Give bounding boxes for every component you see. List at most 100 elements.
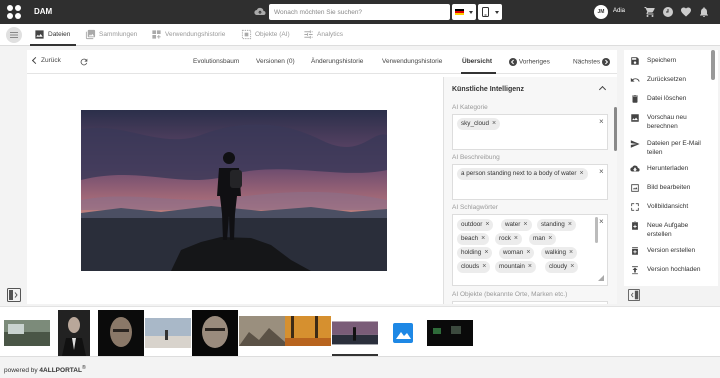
cloud-upload-icon[interactable] xyxy=(254,6,266,18)
language-selector[interactable] xyxy=(452,4,476,20)
close-icon[interactable]: × xyxy=(492,120,496,127)
chevron-down-icon xyxy=(469,11,473,14)
thumbnail[interactable] xyxy=(58,310,90,356)
bell-icon[interactable] xyxy=(698,6,710,18)
chevron-left-icon xyxy=(31,56,40,64)
collections-icon xyxy=(85,29,96,40)
detail-nav: Zurück Evolutionsbaum Versionen (0) Ände… xyxy=(27,50,617,74)
tab-uebersicht[interactable]: Übersicht xyxy=(462,58,492,65)
thumbnail-selected[interactable] xyxy=(332,310,378,356)
shopping-cart-icon[interactable] xyxy=(644,6,656,18)
tag-chip: rock × xyxy=(495,233,522,245)
ai-objects-field[interactable] xyxy=(452,301,608,304)
thumbnail[interactable] xyxy=(427,310,473,356)
close-icon[interactable]: × xyxy=(570,263,574,270)
close-icon[interactable]: × xyxy=(514,235,518,242)
tab-aenderungshistorie[interactable]: Änderungshistorie xyxy=(311,58,363,65)
close-icon[interactable]: × xyxy=(481,235,485,242)
history-icon xyxy=(152,30,161,39)
search-input[interactable] xyxy=(269,4,450,20)
ai-description-label: AI Beschreibung xyxy=(452,154,500,161)
clear-icon[interactable]: × xyxy=(599,117,604,126)
chevron-up-icon[interactable] xyxy=(598,85,607,94)
back-button[interactable]: Zurück xyxy=(31,56,61,64)
resize-handle-icon[interactable] xyxy=(598,275,604,281)
scrollbar[interactable] xyxy=(614,107,617,151)
user-name[interactable]: Adia xyxy=(613,8,625,14)
tab-dateien[interactable]: Dateien xyxy=(34,24,78,46)
sidebar-toggle-icon[interactable] xyxy=(628,289,640,301)
footer: powered by 4ALLPORTAL® xyxy=(0,356,720,378)
asset-preview-image[interactable] xyxy=(81,110,387,271)
close-icon[interactable]: × xyxy=(523,221,527,228)
clock-icon[interactable] xyxy=(662,6,674,18)
analytics-icon xyxy=(304,30,313,39)
image-icon xyxy=(35,30,44,39)
edit-image-icon xyxy=(631,184,639,192)
previous-button[interactable]: Vorheriges xyxy=(509,58,550,66)
scrollbar[interactable] xyxy=(595,217,598,243)
save-icon xyxy=(631,57,639,65)
tag-chip: walking × xyxy=(541,247,578,259)
tag-chip: standing × xyxy=(537,219,576,231)
ai-objects-label: AI Objekte (bekannte Orte, Marken etc.) xyxy=(452,291,568,298)
close-icon[interactable]: × xyxy=(580,170,584,177)
brand-logo[interactable]: 4ALLPORTAL xyxy=(39,367,82,374)
trash-icon xyxy=(632,95,638,103)
hamburger-icon xyxy=(10,32,18,38)
close-icon[interactable]: × xyxy=(484,249,488,256)
scrollbar[interactable] xyxy=(711,50,715,80)
ai-panel: Künstliche Intelligenz AI Kategorie sky_… xyxy=(443,77,617,304)
tag-chip: woman × xyxy=(499,247,535,259)
heart-icon[interactable] xyxy=(680,6,692,18)
thumbnail[interactable] xyxy=(145,310,191,356)
tag-chip: cloudy × xyxy=(545,261,579,273)
german-flag-icon xyxy=(455,9,464,15)
search-box[interactable] xyxy=(269,4,450,20)
tab-evolutionsbaum[interactable]: Evolutionsbaum xyxy=(193,58,239,65)
tab-versionen[interactable]: Versionen (0) xyxy=(256,58,295,65)
ai-description-field[interactable]: a person standing next to a body of wate… xyxy=(452,164,608,200)
close-icon[interactable]: × xyxy=(482,263,486,270)
menu-toggle-button[interactable] xyxy=(6,27,22,43)
sidebar-toggle-icon[interactable] xyxy=(7,288,21,302)
tag-chip: mountain × xyxy=(495,261,536,273)
ai-keywords-field[interactable]: outdoor × water × standing × beach × rock × m… xyxy=(452,214,608,286)
tab-objekte-ai[interactable]: Objekte (AI) xyxy=(241,24,293,46)
app-logo[interactable] xyxy=(6,4,22,20)
next-button[interactable]: Nächstes xyxy=(573,58,610,66)
close-icon[interactable]: × xyxy=(526,249,530,256)
thumbnail[interactable] xyxy=(239,310,285,356)
thumbnail[interactable] xyxy=(98,310,144,356)
tab-sammlungen[interactable]: Sammlungen xyxy=(85,24,143,46)
tab-analytics[interactable]: Analytics xyxy=(303,24,349,46)
upload-icon xyxy=(632,266,638,275)
tab-verwendungshistorie-detail[interactable]: Verwendungshistorie xyxy=(382,58,442,65)
close-icon[interactable]: × xyxy=(485,221,489,228)
clear-icon[interactable]: × xyxy=(599,167,604,176)
version-icon xyxy=(632,247,638,255)
tab-verwendungshistorie[interactable]: Verwendungshistorie xyxy=(151,24,233,46)
refresh-icon[interactable] xyxy=(79,57,89,67)
tag-chip: a person standing next to a body of wate… xyxy=(457,168,588,180)
thumbnail-placeholder[interactable] xyxy=(380,310,426,356)
close-icon[interactable]: × xyxy=(528,263,532,270)
chevron-down-icon xyxy=(495,11,499,14)
close-icon[interactable]: × xyxy=(548,235,552,242)
close-icon[interactable]: × xyxy=(569,249,573,256)
fullscreen-icon xyxy=(631,203,639,211)
tag-chip: sky_cloud × xyxy=(457,118,501,130)
close-icon[interactable]: × xyxy=(568,221,572,228)
top-bar: DAM JM Adia xyxy=(0,0,720,24)
clear-icon[interactable]: × xyxy=(599,217,604,226)
ai-category-field[interactable]: sky_cloud × × xyxy=(452,114,608,150)
thumbnail[interactable] xyxy=(285,310,331,356)
avatar[interactable]: JM xyxy=(594,5,608,19)
device-selector[interactable] xyxy=(478,4,502,20)
app-title: DAM xyxy=(34,7,53,16)
actions-panel: Speichern Zurücksetzen Datei löschen Vor… xyxy=(624,50,718,286)
thumbnail[interactable] xyxy=(4,310,50,356)
download-icon xyxy=(630,165,640,172)
thumbnail[interactable] xyxy=(192,310,238,356)
arrow-right-circle-icon xyxy=(601,58,610,66)
